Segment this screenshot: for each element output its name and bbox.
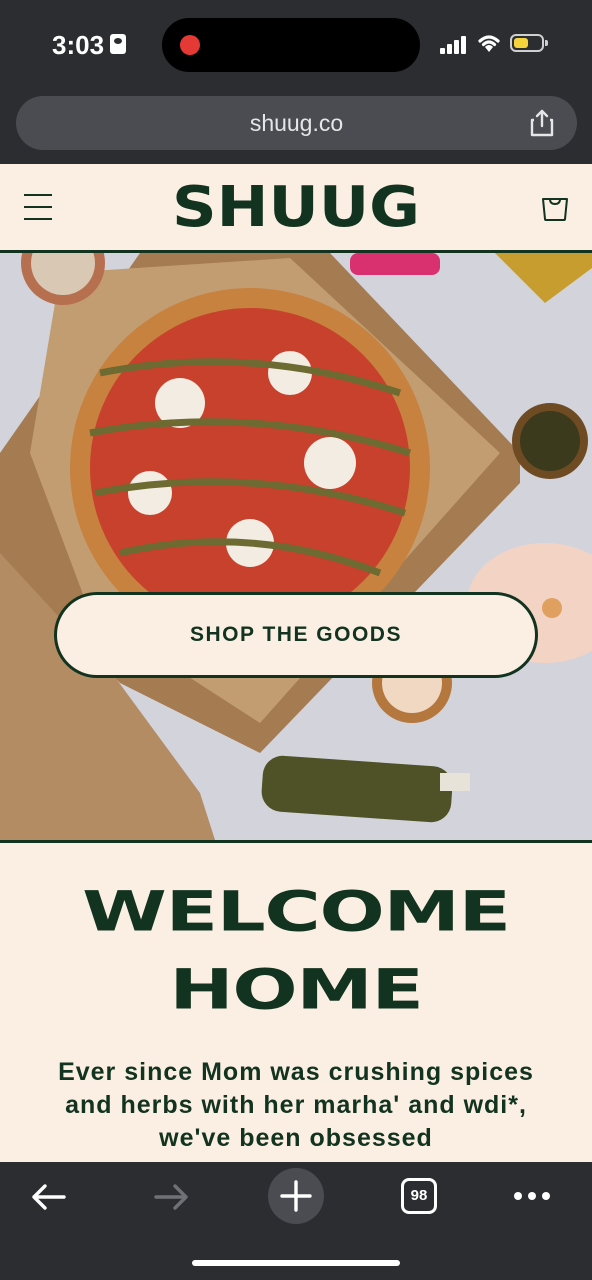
id-badge-icon <box>110 34 126 54</box>
browser-toolbar: shuug.co <box>0 90 592 164</box>
url-text[interactable]: shuug.co <box>16 110 577 137</box>
browser-bottom-toolbar: 98 <box>0 1162 592 1280</box>
status-bar: 3:03 <box>0 0 592 90</box>
web-page: SHUUG SHOP THE GOODS WELCOME HOME Ever s… <box>0 164 592 1162</box>
hero-image: SHOP THE GOODS <box>0 253 592 840</box>
battery-icon <box>510 34 548 52</box>
welcome-body-text: Ever since Mom was crushing spices and h… <box>58 1058 534 1152</box>
welcome-heading-line-2: HOME <box>169 957 424 1023</box>
share-icon[interactable] <box>529 109 555 137</box>
shopping-bag-icon[interactable] <box>540 192 570 222</box>
forward-arrow-icon[interactable] <box>154 1182 190 1212</box>
new-tab-button[interactable] <box>268 1168 324 1224</box>
dynamic-island <box>162 18 420 72</box>
back-arrow-icon[interactable] <box>30 1182 66 1212</box>
address-bar[interactable]: shuug.co <box>16 96 577 150</box>
signal-icon <box>440 34 470 54</box>
svg-text:SHUUG: SHUUG <box>172 178 420 238</box>
pizza-hero-image <box>0 253 592 840</box>
plus-icon <box>280 1180 312 1212</box>
shuug-logo[interactable]: SHUUG <box>170 178 422 238</box>
hero-divider <box>0 840 592 843</box>
welcome-heading-line-1: WELCOME <box>82 879 511 945</box>
site-header: SHUUG <box>0 164 592 253</box>
recording-dot-icon <box>180 35 200 55</box>
shop-the-goods-button[interactable]: SHOP THE GOODS <box>54 592 538 678</box>
welcome-heading: WELCOME HOME <box>0 882 592 1020</box>
hamburger-menu-icon[interactable] <box>24 194 52 220</box>
wifi-icon <box>478 35 500 52</box>
tab-count-button[interactable]: 98 <box>401 1178 437 1214</box>
more-dots-icon[interactable] <box>514 1192 550 1200</box>
home-indicator <box>192 1260 400 1266</box>
status-time: 3:03 <box>52 30 105 60</box>
